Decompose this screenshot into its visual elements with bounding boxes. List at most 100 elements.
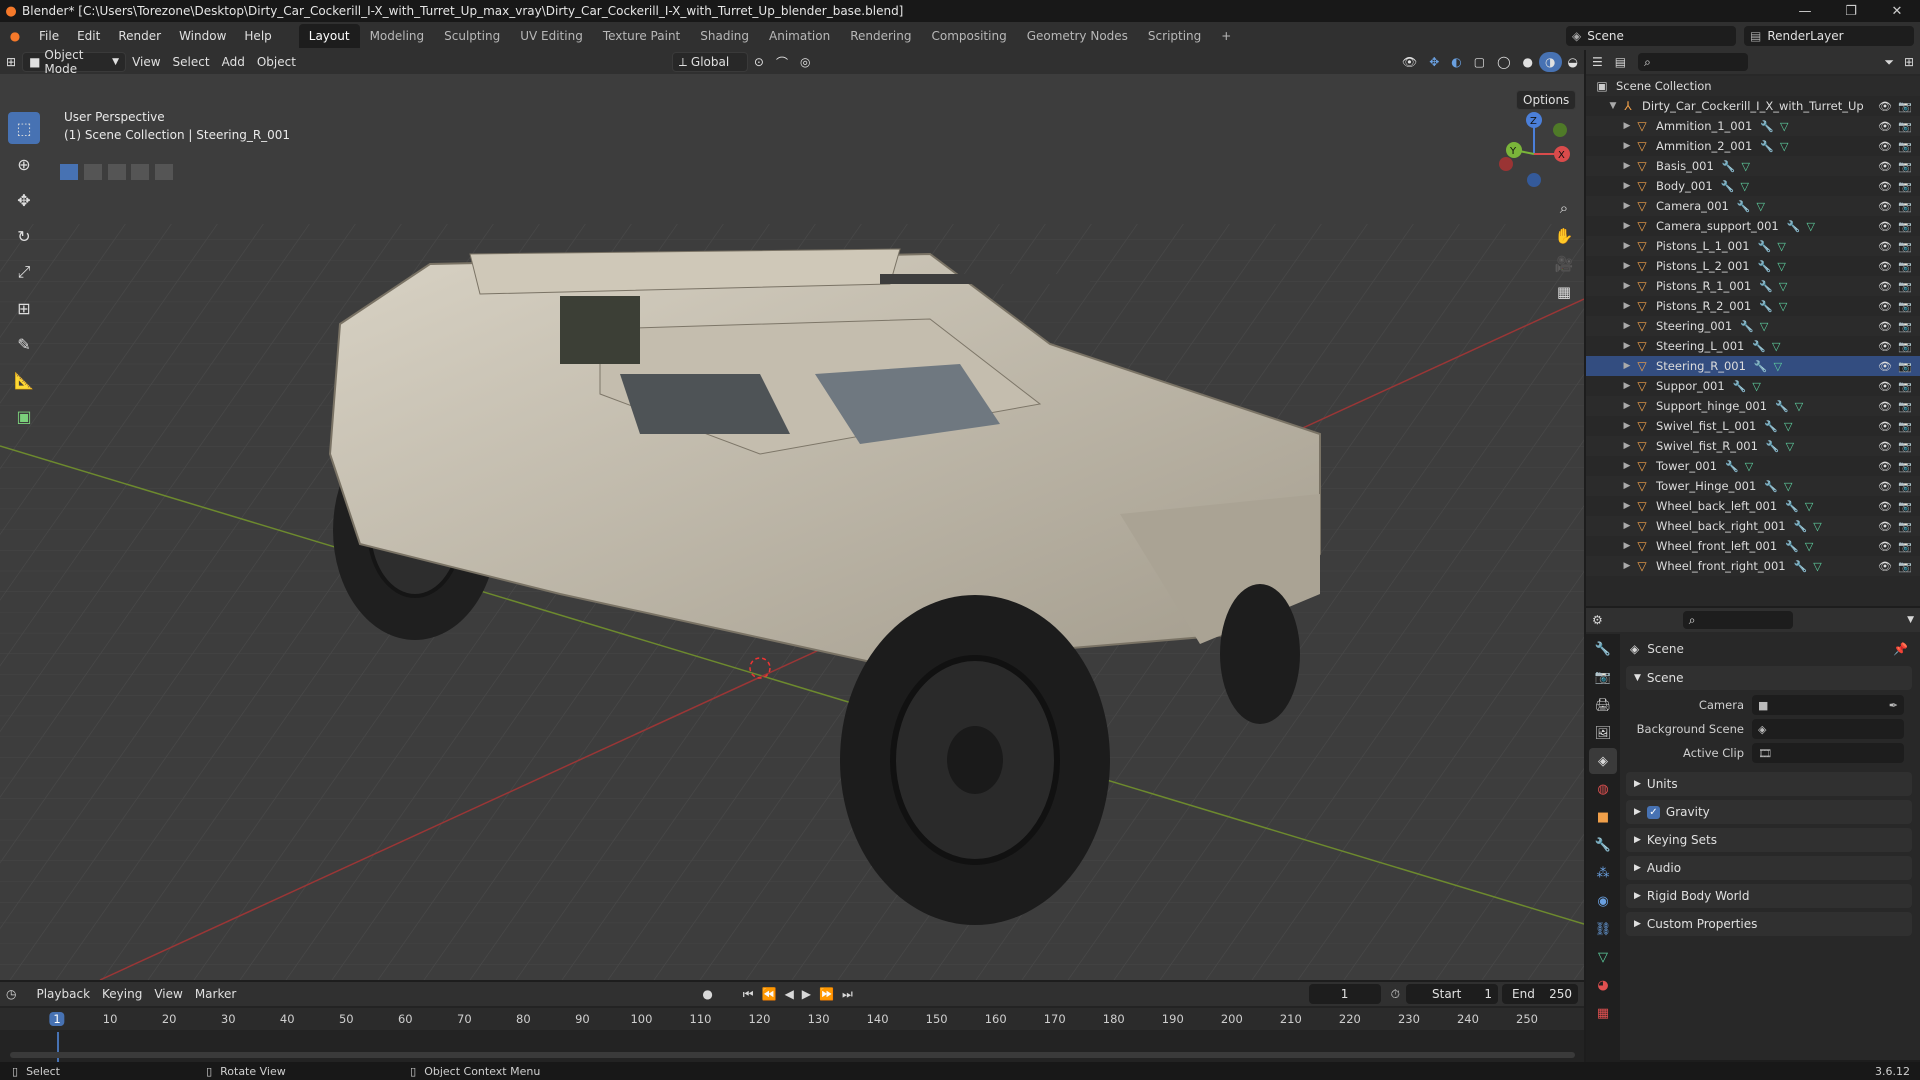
play-reverse-icon[interactable]: ◀ bbox=[785, 987, 794, 1001]
outliner-collection-row[interactable]: ▼ ⅄ Dirty_Car_Cockerill_I_X_with_Turret_… bbox=[1586, 96, 1920, 116]
eye-icon[interactable]: 👁 bbox=[1878, 320, 1892, 333]
outliner-object-row[interactable]: ▶ ▽ Swivel_fist_L_001 🔧 ▽ 👁 📷 bbox=[1586, 416, 1920, 436]
menu-marker[interactable]: Marker bbox=[189, 984, 242, 1004]
auto-keying-icon[interactable]: ● bbox=[702, 987, 712, 1001]
expand-chevron-icon[interactable]: ▶ bbox=[1620, 301, 1634, 311]
select-subtract-icon[interactable] bbox=[107, 164, 126, 180]
options-button[interactable]: Options bbox=[1516, 90, 1576, 110]
expand-chevron-icon[interactable]: ▶ bbox=[1620, 381, 1634, 391]
minimize-button[interactable]: — bbox=[1782, 4, 1828, 19]
expand-chevron-icon[interactable]: ▶ bbox=[1620, 521, 1634, 531]
blender-menu-icon[interactable]: ● bbox=[0, 29, 30, 43]
chevron-down-icon[interactable]: ▼ bbox=[1907, 615, 1914, 625]
tab-geometry-nodes[interactable]: Geometry Nodes bbox=[1017, 24, 1138, 48]
expand-chevron-icon[interactable]: ▶ bbox=[1620, 241, 1634, 251]
tab-layout[interactable]: Layout bbox=[298, 24, 360, 48]
play-icon[interactable]: ▶ bbox=[802, 987, 811, 1001]
outliner-object-row[interactable]: ▶ ▽ Pistons_L_1_001 🔧 ▽ 👁 📷 bbox=[1586, 236, 1920, 256]
expand-chevron-icon[interactable]: ▶ bbox=[1620, 401, 1634, 411]
outliner-object-row[interactable]: ▶ ▽ Wheel_front_left_001 🔧 ▽ 👁 📷 bbox=[1586, 536, 1920, 556]
render-camera-icon[interactable]: 📷 bbox=[1898, 420, 1912, 433]
jump-keyframe-back-icon[interactable]: ⏪ bbox=[762, 987, 777, 1001]
data-tab-icon[interactable]: ▽ bbox=[1589, 944, 1617, 970]
eye-icon[interactable]: 👁 bbox=[1878, 520, 1892, 533]
eye-icon[interactable]: 👁 bbox=[1878, 560, 1892, 573]
properties-editor-icon[interactable]: ⚙ bbox=[1592, 613, 1603, 627]
gravity-panel-header[interactable]: ▶ ✓ Gravity bbox=[1626, 800, 1912, 824]
outliner-object-row[interactable]: ▶ ▽ Swivel_fist_R_001 🔧 ▽ 👁 📷 bbox=[1586, 436, 1920, 456]
eye-icon[interactable]: 👁 bbox=[1878, 420, 1892, 433]
start-frame-field[interactable]: Start 1 bbox=[1406, 984, 1498, 1004]
eye-icon[interactable]: 👁 bbox=[1878, 180, 1892, 193]
outliner-object-row[interactable]: ▶ ▽ Ammition_1_001 🔧 ▽ 👁 📷 bbox=[1586, 116, 1920, 136]
audio-panel-header[interactable]: ▶ Audio bbox=[1626, 856, 1912, 880]
custom-properties-panel-header[interactable]: ▶ Custom Properties bbox=[1626, 912, 1912, 936]
timeline-editor-icon[interactable]: ◷ bbox=[6, 987, 16, 1001]
select-extend-icon[interactable] bbox=[83, 164, 102, 180]
cursor-tool-icon[interactable]: ⊕ bbox=[8, 148, 40, 180]
material-shading-icon[interactable]: ◑ bbox=[1539, 52, 1562, 72]
outliner-object-row[interactable]: ▶ ▽ Wheel_back_right_001 🔧 ▽ 👁 📷 bbox=[1586, 516, 1920, 536]
expand-chevron-icon[interactable]: ▶ bbox=[1620, 261, 1634, 271]
expand-chevron-icon[interactable]: ▶ bbox=[1620, 361, 1634, 371]
expand-chevron-icon[interactable]: ▶ bbox=[1620, 321, 1634, 331]
render-camera-icon[interactable]: 📷 bbox=[1898, 460, 1912, 473]
gizmo-toggle-icon[interactable]: ✥ bbox=[1423, 52, 1445, 72]
outliner-object-row[interactable]: ▶ ▽ Pistons_L_2_001 🔧 ▽ 👁 📷 bbox=[1586, 256, 1920, 276]
eyedropper-icon[interactable]: ✒ bbox=[1889, 699, 1898, 712]
eye-icon[interactable]: 👁 bbox=[1878, 260, 1892, 273]
3d-viewport[interactable]: Z X Y User Perspective (1) Scene Collect… bbox=[0, 74, 1584, 980]
render-camera-icon[interactable]: 📷 bbox=[1898, 280, 1912, 293]
outliner-object-row[interactable]: ▶ ▽ Support_hinge_001 🔧 ▽ 👁 📷 bbox=[1586, 396, 1920, 416]
display-mode-icon[interactable]: ▤ bbox=[1615, 55, 1626, 69]
menu-edit[interactable]: Edit bbox=[68, 22, 109, 50]
outliner-object-row[interactable]: ▶ ▽ Ammition_2_001 🔧 ▽ 👁 📷 bbox=[1586, 136, 1920, 156]
select-box-tool-icon[interactable]: ⬚ bbox=[8, 112, 40, 144]
expand-chevron-icon[interactable]: ▶ bbox=[1620, 341, 1634, 351]
eye-icon[interactable]: 👁 bbox=[1878, 400, 1892, 413]
eye-icon[interactable]: 👁 bbox=[1878, 480, 1892, 493]
render-camera-icon[interactable]: 📷 bbox=[1898, 140, 1912, 153]
eye-icon[interactable]: 👁 bbox=[1878, 340, 1892, 353]
solid-shading-icon[interactable]: ● bbox=[1517, 52, 1539, 72]
outliner-object-row[interactable]: ▶ ▽ Basis_001 🔧 ▽ 👁 📷 bbox=[1586, 156, 1920, 176]
render-camera-icon[interactable]: 📷 bbox=[1898, 380, 1912, 393]
timeline-scrollbar[interactable] bbox=[10, 1052, 1575, 1058]
render-camera-icon[interactable]: 📷 bbox=[1898, 240, 1912, 253]
render-camera-icon[interactable]: 📷 bbox=[1898, 540, 1912, 553]
tab-modeling[interactable]: Modeling bbox=[360, 24, 435, 48]
visibility-icon[interactable]: 👁 bbox=[1396, 52, 1423, 72]
outliner-object-row[interactable]: ▶ ▽ Camera_001 🔧 ▽ 👁 📷 bbox=[1586, 196, 1920, 216]
expand-chevron-icon[interactable]: ▶ bbox=[1620, 201, 1634, 211]
render-camera-icon[interactable]: 📷 bbox=[1898, 100, 1912, 113]
preview-range-icon[interactable]: ⏱ bbox=[1391, 987, 1400, 1002]
eye-icon[interactable]: 👁 bbox=[1878, 220, 1892, 233]
render-camera-icon[interactable]: 📷 bbox=[1898, 160, 1912, 173]
menu-keying[interactable]: Keying bbox=[96, 984, 148, 1004]
eye-icon[interactable]: 👁 bbox=[1878, 360, 1892, 373]
eye-icon[interactable]: 👁 bbox=[1878, 120, 1892, 133]
outliner-object-row[interactable]: ▶ ▽ Wheel_back_left_001 🔧 ▽ 👁 📷 bbox=[1586, 496, 1920, 516]
eye-icon[interactable]: 👁 bbox=[1878, 300, 1892, 313]
keying-sets-panel-header[interactable]: ▶ Keying Sets bbox=[1626, 828, 1912, 852]
outliner-object-row[interactable]: ▶ ▽ Wheel_front_right_001 🔧 ▽ 👁 📷 bbox=[1586, 556, 1920, 576]
menu-file[interactable]: File bbox=[30, 22, 68, 50]
expand-chevron-icon[interactable]: ▶ bbox=[1620, 441, 1634, 451]
outliner-object-row[interactable]: ▶ ▽ Tower_001 🔧 ▽ 👁 📷 bbox=[1586, 456, 1920, 476]
render-camera-icon[interactable]: 📷 bbox=[1898, 400, 1912, 413]
expand-chevron-icon[interactable]: ▶ bbox=[1620, 561, 1634, 571]
render-camera-icon[interactable]: 📷 bbox=[1898, 440, 1912, 453]
xray-toggle-icon[interactable]: ▢ bbox=[1468, 52, 1491, 72]
viewport-canvas[interactable]: Z X Y bbox=[0, 74, 1584, 980]
select-new-icon[interactable] bbox=[60, 164, 78, 180]
outliner-object-row[interactable]: ▶ ▽ Steering_001 🔧 ▽ 👁 📷 bbox=[1586, 316, 1920, 336]
eye-icon[interactable]: 👁 bbox=[1878, 140, 1892, 153]
tab-sculpting[interactable]: Sculpting bbox=[434, 24, 510, 48]
filter-icon[interactable]: ⏷ bbox=[1884, 55, 1894, 70]
eye-icon[interactable]: 👁 bbox=[1878, 240, 1892, 253]
editor-type-button[interactable]: ⊞ bbox=[0, 52, 22, 72]
move-tool-icon[interactable]: ✥ bbox=[8, 184, 40, 216]
material-tab-icon[interactable]: ◕ bbox=[1589, 972, 1617, 998]
scale-tool-icon[interactable]: ⤢ bbox=[8, 256, 40, 288]
expand-chevron-icon[interactable]: ▶ bbox=[1620, 181, 1634, 191]
